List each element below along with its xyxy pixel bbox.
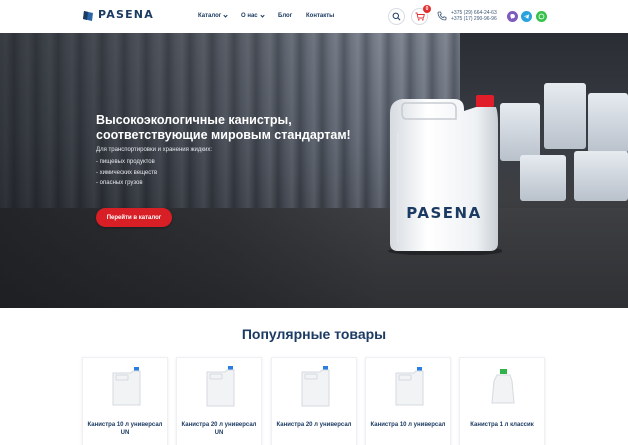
nav-item-blog[interactable]: Блог bbox=[278, 13, 292, 19]
product-image bbox=[460, 366, 546, 408]
logo[interactable]: PASENA bbox=[82, 8, 154, 21]
site-header: PASENA Каталог О нас Блог Контакты 0 +37… bbox=[0, 0, 628, 33]
hero-shade bbox=[0, 33, 380, 308]
product-card[interactable]: Канистра 20 л универсал UN bbox=[176, 357, 262, 445]
popular-section-title: Популярные товары bbox=[241, 326, 387, 342]
phone-number[interactable]: +375 (17) 290-96-96 bbox=[451, 16, 497, 22]
product-name: Канистра 20 л универсал bbox=[276, 422, 352, 428]
catalog-cta-button[interactable]: Перейти в каталог bbox=[96, 208, 172, 227]
hero-banner: Высокоэкологичные канистры, соответствую… bbox=[0, 33, 628, 308]
product-name: Канистра 10 л универсал UN bbox=[87, 422, 163, 436]
list-item: опасных грузов bbox=[96, 178, 157, 189]
cart-button[interactable]: 0 bbox=[411, 5, 431, 25]
list-item: химических веществ bbox=[96, 168, 158, 179]
nav-item-label: Блог bbox=[278, 13, 293, 19]
phone-icon bbox=[437, 11, 447, 21]
nav-item-contacts[interactable]: Контакты bbox=[306, 13, 334, 19]
search-icon bbox=[392, 12, 401, 21]
chevron-down-icon bbox=[223, 12, 228, 18]
viber-icon bbox=[510, 14, 515, 20]
cart-count-badge: 0 bbox=[423, 5, 431, 13]
hero-background-bags bbox=[500, 63, 628, 203]
product-card[interactable]: Канистра 1 л классик bbox=[459, 357, 545, 445]
cart-icon bbox=[415, 12, 425, 21]
product-image bbox=[366, 366, 452, 408]
phone-numbers: +375 (29) 664-24-63 +375 (17) 290-96-96 bbox=[451, 10, 497, 22]
telegram-icon bbox=[523, 14, 530, 19]
logo-text: PASENA bbox=[98, 8, 154, 21]
product-image bbox=[272, 366, 358, 408]
canister-brand-label: PASENA bbox=[406, 204, 481, 222]
viber-button[interactable] bbox=[507, 11, 518, 22]
nav-item-about[interactable]: О нас bbox=[241, 12, 265, 19]
hero-title: Высокоэкологичные канистры, соответствую… bbox=[96, 113, 351, 142]
product-name: Канистра 10 л универсал bbox=[370, 422, 446, 428]
product-card[interactable]: Канистра 20 л универсал bbox=[271, 357, 357, 445]
product-card[interactable]: Канистра 10 л универсал bbox=[365, 357, 451, 445]
nav-item-label: Каталог bbox=[198, 13, 222, 19]
whatsapp-icon bbox=[538, 13, 545, 20]
nav-item-label: Контакты bbox=[306, 13, 335, 19]
product-image bbox=[177, 366, 263, 408]
phone-contacts[interactable]: +375 (29) 664-24-63 +375 (17) 290-96-96 bbox=[437, 10, 497, 22]
product-image bbox=[83, 366, 169, 408]
hero-list: пищевых продуктов химических веществ опа… bbox=[96, 157, 158, 189]
telegram-button[interactable] bbox=[521, 11, 532, 22]
chevron-down-icon bbox=[260, 12, 265, 18]
list-item: пищевых продуктов bbox=[96, 157, 157, 168]
nav-item-label: О нас bbox=[241, 13, 258, 19]
hero-canister-image: PASENA bbox=[388, 95, 502, 255]
product-name: Канистра 20 л универсал UN bbox=[181, 422, 257, 436]
whatsapp-button[interactable] bbox=[536, 11, 547, 22]
hero-subtitle: Для транспортировки и хранения жидких: bbox=[96, 147, 213, 153]
logo-icon bbox=[82, 9, 94, 21]
product-name: Канистра 1 л классик bbox=[470, 422, 534, 428]
product-card[interactable]: Канистра 10 л универсал UN bbox=[82, 357, 168, 445]
nav-item-catalog[interactable]: Каталог bbox=[198, 12, 228, 19]
search-button[interactable] bbox=[388, 8, 405, 25]
